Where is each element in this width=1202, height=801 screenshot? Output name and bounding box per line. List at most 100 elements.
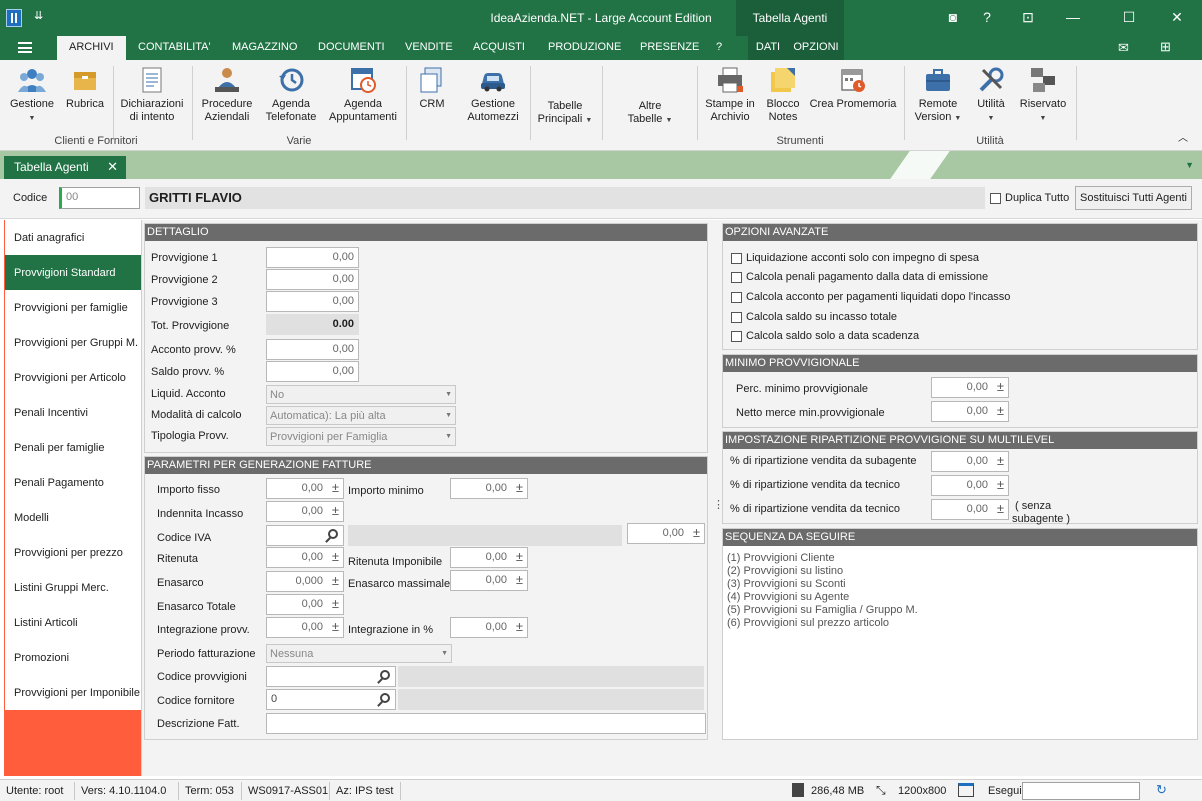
gestione-button[interactable]: Gestione ▼ (8, 60, 56, 125)
remote-version-button[interactable]: Remote Version ▼ (912, 60, 964, 125)
riservato-button[interactable]: Riservato ▼ (1016, 60, 1070, 125)
sidebar-item-modelli[interactable]: Modelli (5, 500, 141, 535)
sidebar-item-provvigioni-prezzo[interactable]: Provvigioni per prezzo (5, 535, 141, 570)
plus-minus-icon[interactable]: ± (332, 573, 339, 588)
plus-minus-icon[interactable]: ± (997, 501, 1004, 516)
mail-icon[interactable]: ✉ (1118, 40, 1129, 56)
codice-provvigioni-input[interactable] (266, 666, 396, 687)
provvigione1-input[interactable]: 0,00 (266, 247, 359, 268)
opzione-penali-checkbox[interactable]: Calcola penali pagamento dalla data di e… (731, 271, 988, 283)
tab-presenze[interactable]: PRESENZE (640, 41, 699, 53)
opzione-saldo-scadenza-checkbox[interactable]: Calcola saldo solo a data scadenza (731, 330, 919, 342)
esegui-input[interactable] (1022, 782, 1140, 800)
ripartizione-tecnico-input[interactable]: 0,00 ± (931, 475, 1009, 496)
plus-minus-icon[interactable]: ± (332, 503, 339, 518)
rubrica-button[interactable]: Rubrica (64, 60, 106, 111)
ritenuta-imponibile-input[interactable]: 0,00 ± (450, 547, 528, 568)
tab-contabilita[interactable]: CONTABILITA' (138, 41, 211, 53)
window-icon[interactable] (958, 783, 974, 797)
codice-input[interactable]: 00 (59, 187, 140, 209)
acconto-input[interactable]: 0,00 (266, 339, 359, 360)
plus-minus-icon[interactable]: ± (332, 549, 339, 564)
opzione-acconto-checkbox[interactable]: Calcola acconto per pagamenti liquidati … (731, 291, 1010, 303)
saldo-input[interactable]: 0,00 (266, 361, 359, 382)
sidebar-item-penali-famiglie[interactable]: Penali per famiglie (5, 430, 141, 465)
tab-magazzino[interactable]: MAGAZZINO (232, 41, 297, 53)
sidebar-item-provvigioni-imponibile[interactable]: Provvigioni per Imponibile (5, 675, 141, 710)
plus-minus-icon[interactable]: ± (516, 549, 523, 564)
dichiarazioni-button[interactable]: Dichiarazioni di intento (118, 60, 186, 124)
ripartizione-tecnico2-input[interactable]: 0,00 ± (931, 499, 1009, 520)
sidebar-item-listini-articoli[interactable]: Listini Articoli (5, 605, 141, 640)
tab-dati[interactable]: DATI (748, 36, 788, 60)
tab-archivi[interactable]: ARCHIVI (57, 36, 126, 60)
tab-help[interactable]: ? (716, 41, 722, 53)
procedure-button[interactable]: Procedure Aziendali (198, 60, 256, 124)
plus-minus-icon[interactable]: ± (997, 453, 1004, 468)
search-icon[interactable] (380, 670, 390, 680)
plus-minus-icon[interactable]: ± (332, 619, 339, 634)
document-icon[interactable]: ◙ (938, 6, 968, 28)
search-icon[interactable] (380, 693, 390, 703)
sidebar-item-promozioni[interactable]: Promozioni (5, 640, 141, 675)
opzione-liquidazione-checkbox[interactable]: Liquidazione acconti solo con impegno di… (731, 252, 979, 264)
close-button[interactable]: ✕ (1162, 6, 1192, 28)
stampe-button[interactable]: Stampe in Archivio (702, 60, 758, 124)
plus-minus-icon[interactable]: ± (332, 480, 339, 495)
history-icon[interactable]: ↻ (1156, 782, 1167, 798)
tab-acquisti[interactable]: ACQUISTI (473, 41, 525, 53)
tipologia-select[interactable]: Provvigioni per Famiglia ▼ (266, 427, 456, 446)
sidebar-item-penali-pagamento[interactable]: Penali Pagamento (5, 465, 141, 500)
perc-minimo-input[interactable]: 0,00 ± (931, 377, 1009, 398)
sidebar-item-provvigioni-famiglie[interactable]: Provvigioni per famiglie (5, 290, 141, 325)
importo-fisso-input[interactable]: 0,00 ± (266, 478, 344, 499)
layout-icon[interactable]: ⊞ (1160, 39, 1171, 55)
plus-minus-icon[interactable]: ± (332, 596, 339, 611)
sidebar-item-provvigioni-gruppi[interactable]: Provvigioni per Gruppi M. (5, 325, 141, 360)
codice-iva-input[interactable] (266, 525, 344, 546)
crm-button[interactable]: CRM (412, 60, 452, 111)
blocco-notes-button[interactable]: Blocco Notes (762, 60, 804, 124)
doc-tab-tabella-agenti[interactable]: Tabella Agenti ✕ (4, 156, 126, 179)
plus-minus-icon[interactable]: ± (516, 480, 523, 495)
importo-minimo-input[interactable]: 0,00 ± (450, 478, 528, 499)
sidebar-item-provvigioni-standard[interactable]: Provvigioni Standard (5, 255, 141, 290)
utilita-button[interactable]: Utilità ▼ (970, 60, 1012, 125)
chevron-down-icon[interactable]: ▼ (1185, 160, 1194, 170)
tab-produzione[interactable]: PRODUZIONE (548, 41, 621, 53)
liquid-acconto-select[interactable]: No ▼ (266, 385, 456, 404)
agenda-appuntamenti-button[interactable]: Agenda Appuntamenti (326, 60, 400, 124)
codice-fornitore-input[interactable]: 0 (266, 689, 396, 710)
indennita-input[interactable]: 0,00 ± (266, 501, 344, 522)
plus-minus-icon[interactable]: ± (997, 403, 1004, 418)
altre-tabelle-button[interactable]: Altre Tabelle ▼ (620, 100, 680, 127)
ritenuta-input[interactable]: 0,00 ± (266, 547, 344, 568)
restore-layout-button[interactable]: ⊡ (1013, 6, 1043, 28)
provvigione2-input[interactable]: 0,00 (266, 269, 359, 290)
descrizione-input[interactable] (266, 713, 706, 734)
menu-icon[interactable] (18, 42, 32, 53)
tabelle-principali-button[interactable]: Tabelle Principali ▼ (535, 100, 595, 127)
netto-merce-input[interactable]: 0,00 ± (931, 401, 1009, 422)
sostituisci-button[interactable]: Sostituisci Tutti Agenti (1075, 186, 1192, 210)
search-icon[interactable] (328, 529, 338, 539)
collapse-ribbon-icon[interactable]: ︿ (1178, 132, 1188, 145)
maximize-button[interactable]: ☐ (1114, 6, 1144, 28)
plus-minus-icon[interactable]: ± (693, 525, 700, 540)
plus-minus-icon[interactable]: ± (997, 379, 1004, 394)
plus-minus-icon[interactable]: ± (997, 477, 1004, 492)
integrazione-input[interactable]: 0,00 ± (266, 617, 344, 638)
automezzi-button[interactable]: Gestione Automezzi (462, 60, 524, 124)
periodo-select[interactable]: Nessuna ▼ (266, 644, 452, 663)
sidebar-item-penali-incentivi[interactable]: Penali Incentivi (5, 395, 141, 430)
enasarco-massimale-input[interactable]: 0,00 ± (450, 570, 528, 591)
tab-opzioni[interactable]: OPZIONI (788, 36, 844, 60)
codice-iva-value-input[interactable]: 0,00 ± (627, 523, 705, 544)
tab-vendite[interactable]: VENDITE (405, 41, 453, 53)
enasarco-input[interactable]: 0,000 ± (266, 571, 344, 592)
enasarco-totale-input[interactable]: 0,00 ± (266, 594, 344, 615)
plus-minus-icon[interactable]: ± (516, 572, 523, 587)
plus-minus-icon[interactable]: ± (516, 619, 523, 634)
ripartizione-subagente-input[interactable]: 0,00 ± (931, 451, 1009, 472)
opzione-saldo-incasso-checkbox[interactable]: Calcola saldo su incasso totale (731, 311, 897, 323)
